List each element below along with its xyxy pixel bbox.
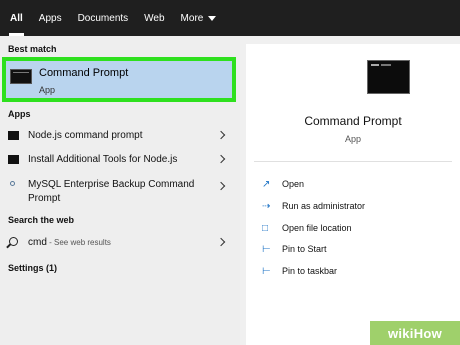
- web-search-query: cmd: [28, 237, 47, 248]
- section-best-match: Best match: [8, 44, 57, 54]
- tab-all-label: All: [10, 12, 23, 24]
- section-settings[interactable]: Settings (1): [8, 263, 57, 273]
- run-as-admin-icon: ⇢: [262, 201, 271, 212]
- app-result-label: MySQL Enterprise Backup Command Prompt: [28, 178, 194, 206]
- action-run-as-admin[interactable]: ⇢ Run as administrator: [260, 200, 450, 216]
- app-result-label: Install Additional Tools for Node.js: [28, 154, 178, 165]
- action-label: Pin to Start: [282, 244, 327, 254]
- mysql-icon: [10, 181, 15, 186]
- tab-apps-label: Apps: [38, 12, 62, 24]
- chevron-down-icon: [208, 15, 217, 21]
- detail-pane: Command Prompt App ↗ Open ⇢ Run as admin…: [246, 44, 460, 345]
- tab-more[interactable]: More: [173, 0, 225, 36]
- search-icon: [9, 237, 18, 246]
- action-open[interactable]: ↗ Open: [260, 178, 450, 194]
- app-result-label-line1: MySQL Enterprise Backup Command: [28, 179, 195, 190]
- divider: [254, 161, 452, 162]
- tab-apps[interactable]: Apps: [31, 0, 70, 36]
- app-result-label: Node.js command prompt: [28, 130, 143, 141]
- tab-documents[interactable]: Documents: [70, 0, 137, 36]
- pin-icon: ⊢: [262, 244, 271, 255]
- terminal-icon: [8, 155, 19, 164]
- tab-all[interactable]: All: [2, 0, 31, 36]
- best-match-title: Command Prompt: [39, 67, 129, 79]
- action-label: Open file location: [282, 223, 352, 233]
- action-label: Run as administrator: [282, 201, 366, 211]
- best-match-subtitle: App: [39, 85, 56, 95]
- chevron-right-icon[interactable]: [216, 130, 226, 140]
- tab-more-label: More: [180, 12, 204, 24]
- tab-web[interactable]: Web: [136, 0, 172, 36]
- tab-documents-label: Documents: [77, 12, 129, 24]
- app-result-nodejs-tools[interactable]: Install Additional Tools for Node.js: [0, 150, 240, 170]
- wikihow-watermark: wikiHow: [370, 321, 460, 345]
- detail-subtitle: App: [344, 134, 361, 144]
- action-label: Pin to taskbar: [282, 266, 338, 276]
- chevron-right-icon[interactable]: [216, 154, 226, 164]
- command-prompt-icon: [10, 69, 32, 84]
- command-prompt-large-icon: [367, 60, 410, 94]
- app-result-nodejs-prompt[interactable]: Node.js command prompt: [0, 126, 240, 146]
- web-search-hint: - See web results: [46, 238, 111, 247]
- section-search-web: Search the web: [8, 215, 75, 225]
- tab-web-label: Web: [144, 12, 165, 24]
- search-filter-bar: All Apps Documents Web More: [0, 0, 460, 36]
- app-result-label-line2: Prompt: [28, 193, 61, 204]
- web-search-result[interactable]: cmd - See web results: [0, 233, 240, 253]
- chevron-right-icon[interactable]: [216, 181, 226, 191]
- best-match-command-prompt[interactable]: Command Prompt App: [2, 57, 236, 102]
- detail-title: Command Prompt: [304, 114, 402, 128]
- open-icon: ↗: [262, 179, 271, 190]
- pin-icon: ⊢: [262, 266, 271, 277]
- app-result-mysql-backup[interactable]: MySQL Enterprise Backup Command Prompt: [0, 175, 240, 207]
- action-pin-to-taskbar[interactable]: ⊢ Pin to taskbar: [260, 265, 450, 281]
- action-pin-to-start[interactable]: ⊢ Pin to Start: [260, 243, 450, 259]
- terminal-icon: [8, 131, 19, 140]
- action-open-file-location[interactable]: □ Open file location: [260, 222, 450, 238]
- file-location-icon: □: [262, 223, 269, 234]
- chevron-right-icon[interactable]: [216, 237, 226, 247]
- web-search-label: cmd - See web results: [28, 236, 111, 250]
- section-apps: Apps: [8, 109, 31, 119]
- action-label: Open: [282, 179, 305, 189]
